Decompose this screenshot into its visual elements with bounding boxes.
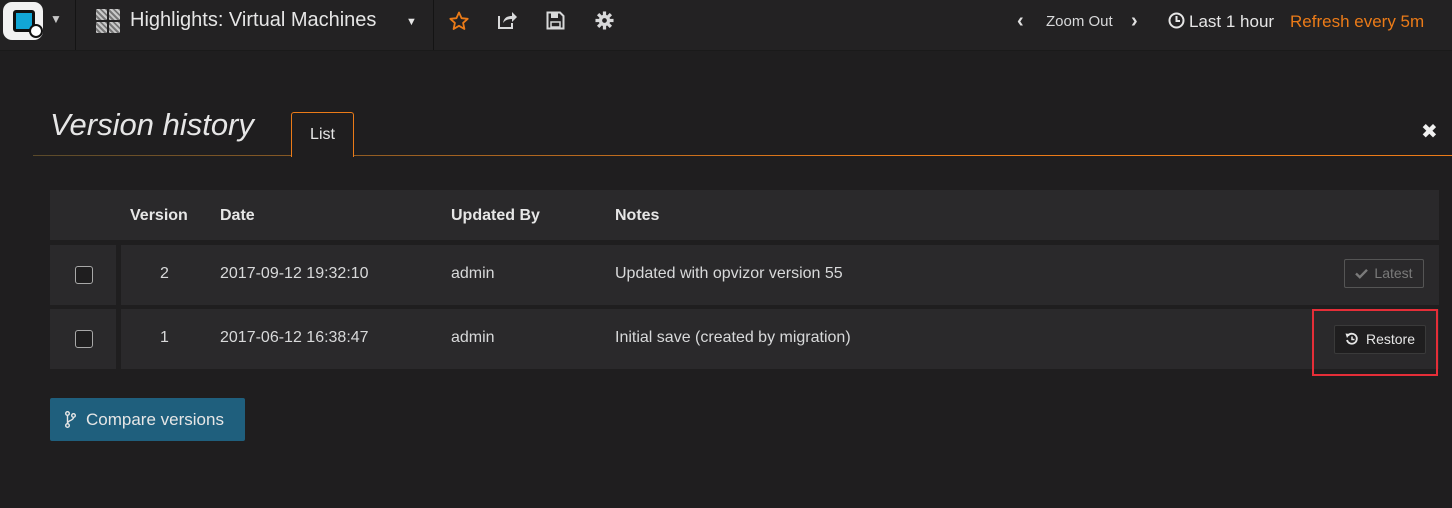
code-branch-icon — [65, 411, 76, 428]
restore-label: Restore — [1365, 331, 1416, 347]
share-icon[interactable] — [497, 10, 518, 30]
compare-versions-label: Compare versions — [86, 410, 224, 429]
row-checkbox[interactable] — [75, 266, 93, 284]
caret-down-icon: ▼ — [50, 12, 62, 26]
header-divider — [33, 155, 1452, 156]
app-logo-icon — [3, 2, 43, 40]
date-cell: 2017-09-12 19:32:10 — [220, 265, 369, 282]
caret-down-icon: ▼ — [406, 16, 417, 28]
column-header-date: Date — [220, 207, 255, 224]
column-header-updated-by: Updated By — [451, 207, 540, 224]
history-icon — [1345, 332, 1358, 345]
save-icon[interactable] — [546, 11, 565, 30]
compare-versions-button[interactable]: Compare versions — [50, 398, 245, 441]
zoom-out-button[interactable]: Zoom Out — [1046, 13, 1113, 30]
updated-by-cell: admin — [451, 329, 495, 346]
row-select-cell — [50, 245, 116, 305]
gear-icon[interactable] — [595, 11, 614, 30]
app-menu-button[interactable]: ▼ — [0, 0, 76, 50]
time-back-chevron-icon[interactable]: ‹ — [1017, 10, 1024, 33]
tab-list[interactable]: List — [291, 112, 354, 157]
version-cell: 2 — [160, 265, 169, 282]
page-title: Version history — [50, 107, 254, 142]
table-header: Version Date Updated By Notes — [50, 190, 1439, 240]
refresh-interval-picker[interactable]: Refresh every 5m — [1290, 12, 1424, 32]
column-header-notes: Notes — [615, 207, 660, 224]
star-icon[interactable] — [449, 11, 469, 31]
close-icon[interactable]: ✖ — [1421, 122, 1441, 142]
check-icon — [1355, 268, 1369, 279]
table-row: 1 2017-06-12 16:38:47 admin Initial save… — [50, 309, 1439, 369]
latest-label: Latest — [1374, 265, 1413, 281]
top-navbar: ▼ Highlights: Virtual Machines ▼ ‹ Zoom … — [0, 0, 1452, 51]
row-checkbox[interactable] — [75, 330, 93, 348]
table-row: 2 2017-09-12 19:32:10 admin Updated with… — [50, 245, 1439, 305]
notes-cell: Updated with opvizor version 55 — [615, 265, 843, 282]
column-header-version: Version — [130, 207, 188, 224]
restore-button[interactable]: Restore — [1334, 325, 1426, 354]
time-range-picker[interactable]: Last 1 hour — [1189, 12, 1274, 32]
dashboard-grid-icon — [96, 9, 120, 33]
dashboard-picker[interactable]: Highlights: Virtual Machines ▼ — [76, 0, 434, 50]
version-cell: 1 — [160, 329, 169, 346]
updated-by-cell: admin — [451, 265, 495, 282]
latest-badge-button: Latest — [1344, 259, 1424, 288]
date-cell: 2017-06-12 16:38:47 — [220, 329, 369, 346]
row-body: 2 2017-09-12 19:32:10 admin Updated with… — [121, 245, 1439, 305]
clock-icon — [1168, 12, 1185, 29]
dashboard-title: Highlights: Virtual Machines — [130, 9, 377, 31]
time-forward-chevron-icon[interactable]: › — [1131, 10, 1138, 33]
row-body: 1 2017-06-12 16:38:47 admin Initial save… — [121, 309, 1439, 369]
notes-cell: Initial save (created by migration) — [615, 329, 851, 346]
row-select-cell — [50, 309, 116, 369]
